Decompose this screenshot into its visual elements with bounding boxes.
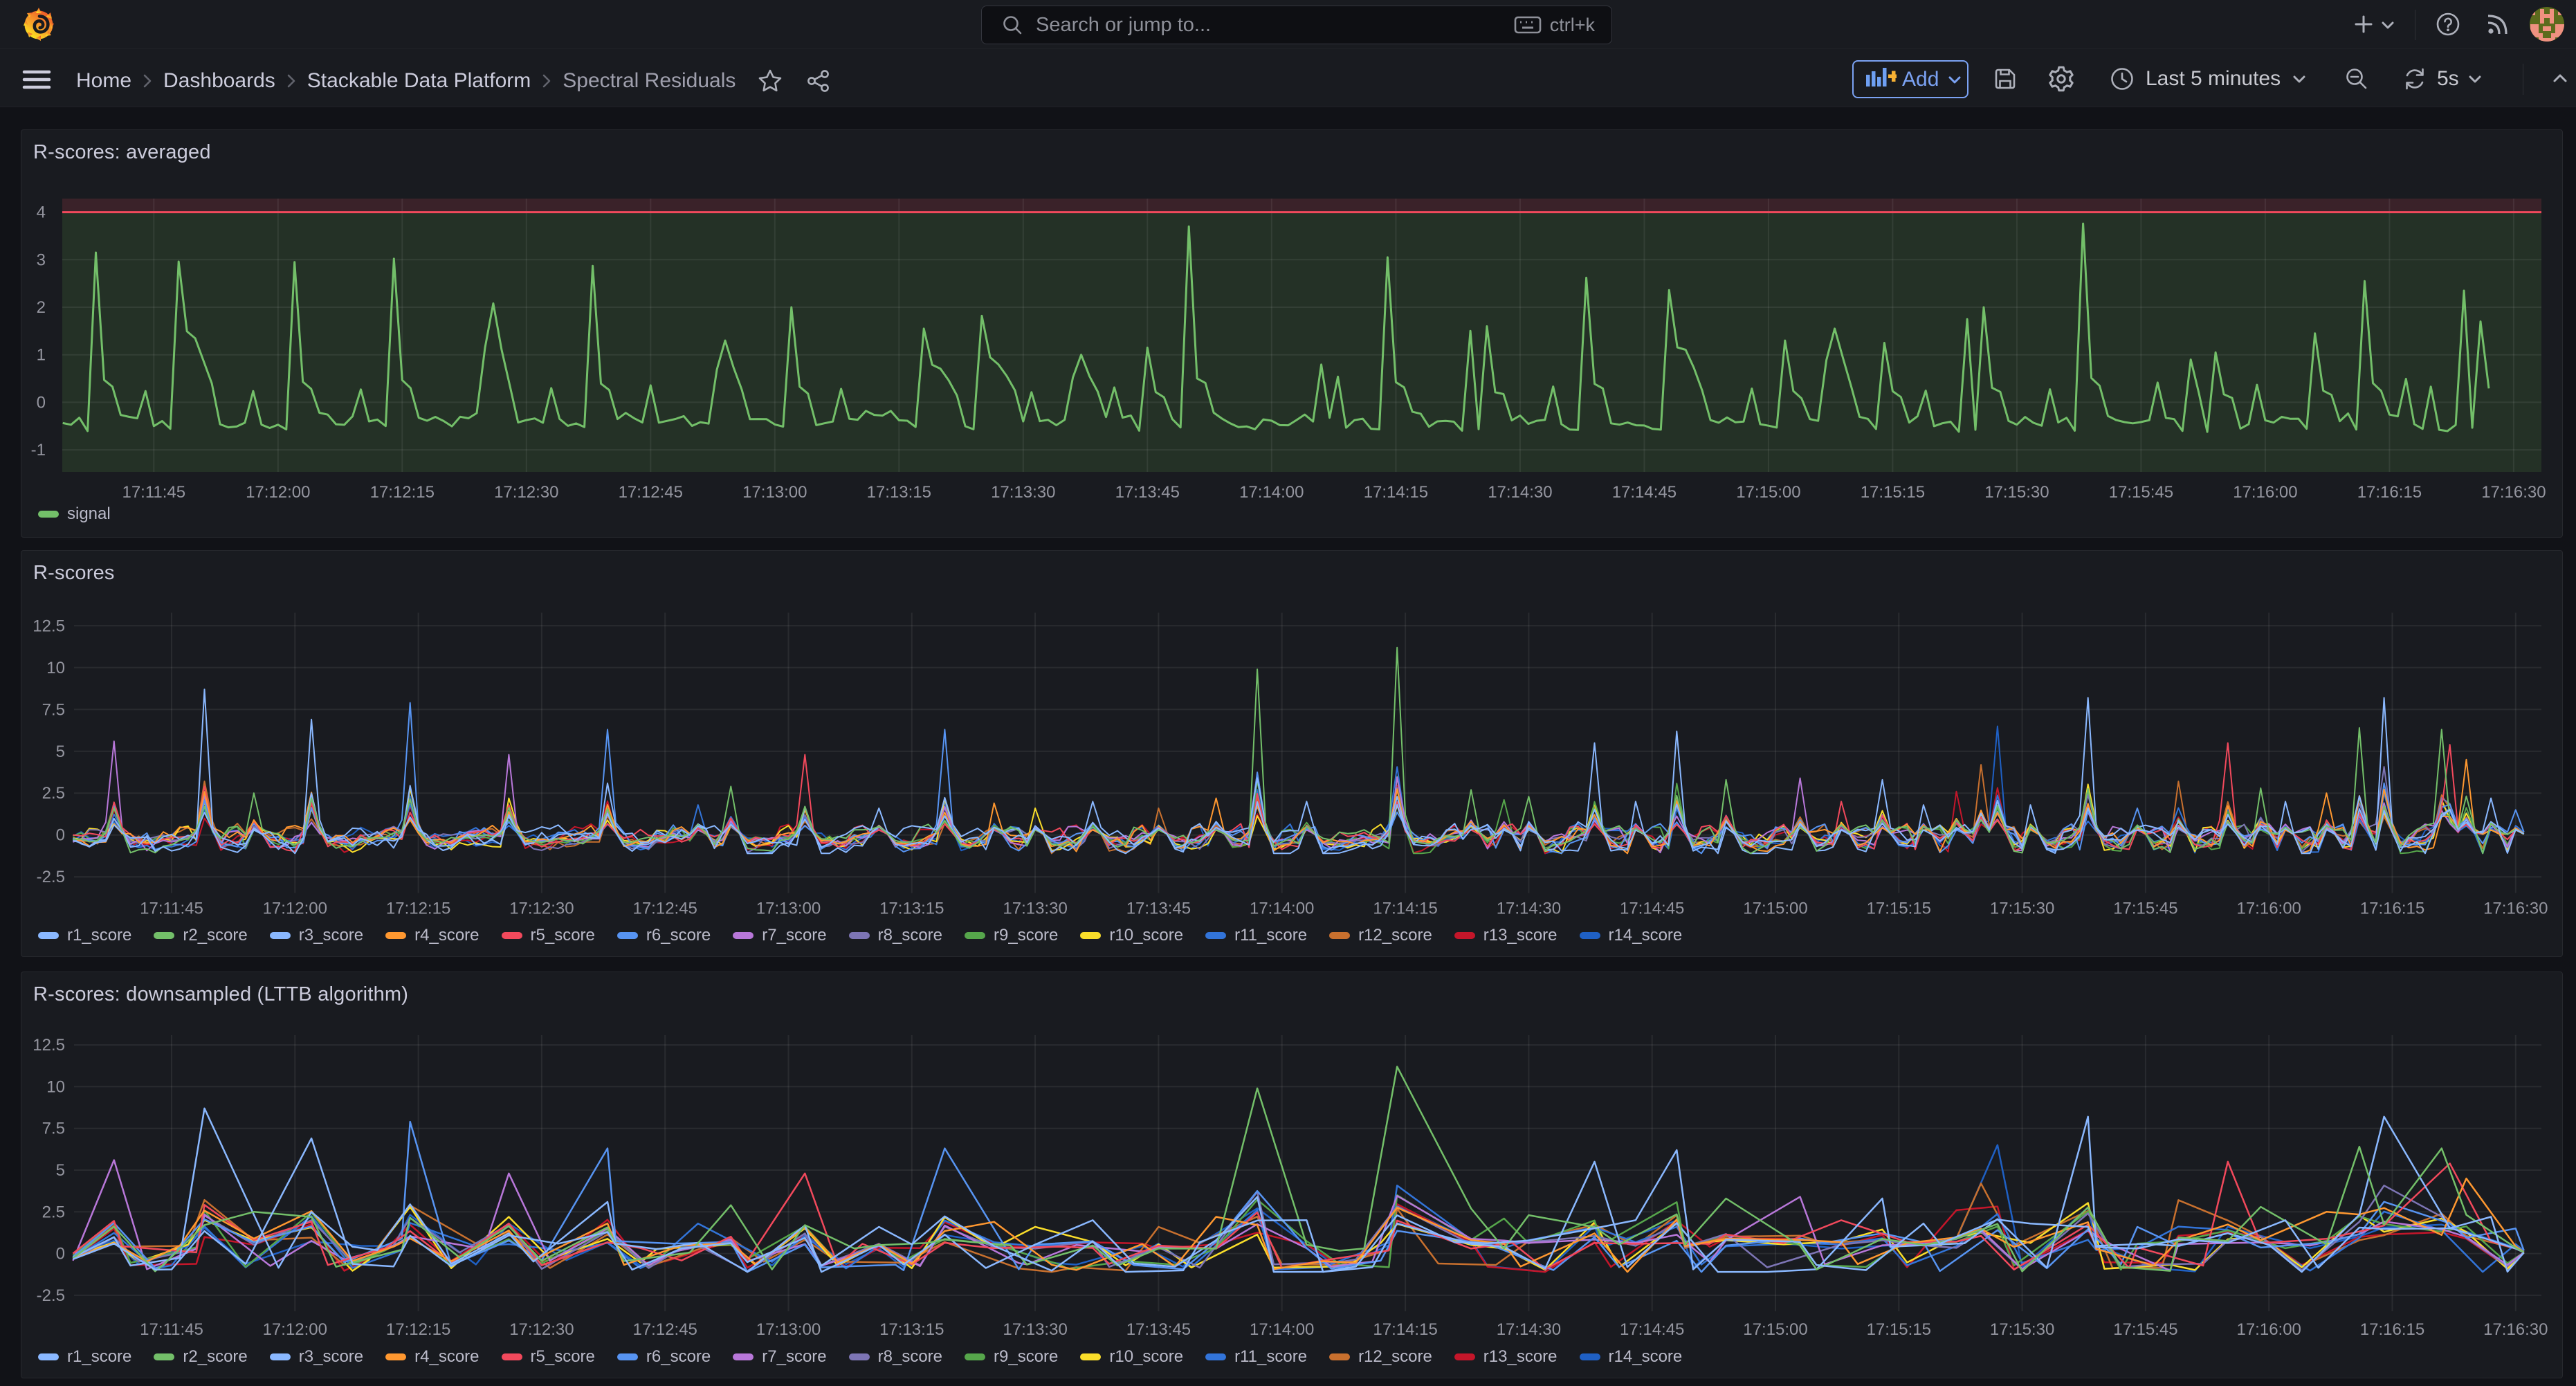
svg-text:17:15:15: 17:15:15 [1861, 483, 1925, 502]
svg-text:7.5: 7.5 [42, 1120, 65, 1138]
svg-text:17:14:00: 17:14:00 [1239, 483, 1304, 502]
svg-text:17:12:30: 17:12:30 [509, 1320, 574, 1339]
svg-text:17:12:45: 17:12:45 [632, 1320, 697, 1339]
svg-text:17:12:15: 17:12:15 [386, 1320, 450, 1339]
svg-text:-2.5: -2.5 [37, 868, 65, 886]
svg-text:17:16:15: 17:16:15 [2360, 900, 2424, 918]
svg-text:17:13:45: 17:13:45 [1126, 1320, 1191, 1339]
svg-text:0: 0 [56, 1245, 65, 1264]
svg-text:17:15:30: 17:15:30 [1984, 483, 2049, 502]
svg-text:17:14:45: 17:14:45 [1612, 483, 1677, 502]
svg-text:5: 5 [56, 742, 65, 761]
svg-text:12.5: 12.5 [33, 1036, 65, 1055]
svg-text:17:13:45: 17:13:45 [1126, 900, 1191, 918]
svg-text:17:15:45: 17:15:45 [2113, 1320, 2177, 1339]
svg-text:17:15:00: 17:15:00 [1743, 1320, 1807, 1339]
svg-text:17:12:45: 17:12:45 [619, 483, 683, 502]
svg-text:17:12:00: 17:12:00 [263, 900, 327, 918]
svg-text:17:14:00: 17:14:00 [1250, 900, 1314, 918]
svg-text:17:13:30: 17:13:30 [1003, 1320, 1067, 1339]
svg-text:17:14:30: 17:14:30 [1488, 483, 1552, 502]
svg-text:3: 3 [37, 250, 46, 269]
svg-text:17:14:15: 17:14:15 [1373, 1320, 1437, 1339]
svg-text:17:14:45: 17:14:45 [1620, 900, 1684, 918]
svg-text:17:15:15: 17:15:15 [1867, 1320, 1931, 1339]
svg-text:17:14:15: 17:14:15 [1373, 900, 1437, 918]
svg-text:17:14:45: 17:14:45 [1620, 1320, 1684, 1339]
svg-text:17:15:30: 17:15:30 [1990, 900, 2054, 918]
svg-text:17:14:00: 17:14:00 [1250, 1320, 1314, 1339]
svg-text:17:11:45: 17:11:45 [140, 1320, 203, 1339]
svg-text:2.5: 2.5 [42, 784, 65, 803]
svg-text:17:11:45: 17:11:45 [122, 483, 185, 502]
svg-text:17:14:15: 17:14:15 [1364, 483, 1428, 502]
svg-text:17:12:15: 17:12:15 [370, 483, 435, 502]
svg-text:10: 10 [46, 659, 65, 677]
svg-text:17:16:00: 17:16:00 [2236, 1320, 2301, 1339]
svg-text:17:13:00: 17:13:00 [756, 1320, 821, 1339]
svg-text:17:12:30: 17:12:30 [494, 483, 558, 502]
svg-text:17:16:00: 17:16:00 [2233, 483, 2297, 502]
svg-text:7.5: 7.5 [42, 700, 65, 719]
svg-text:17:15:00: 17:15:00 [1736, 483, 1800, 502]
svg-text:17:13:15: 17:13:15 [879, 1320, 944, 1339]
svg-text:17:13:30: 17:13:30 [1003, 900, 1067, 918]
svg-text:17:13:00: 17:13:00 [742, 483, 807, 502]
svg-text:17:14:30: 17:14:30 [1497, 900, 1561, 918]
svg-text:10: 10 [46, 1077, 65, 1096]
svg-text:17:14:30: 17:14:30 [1497, 1320, 1561, 1339]
svg-text:17:15:45: 17:15:45 [2113, 900, 2177, 918]
svg-text:17:15:30: 17:15:30 [1990, 1320, 2054, 1339]
svg-text:17:16:15: 17:16:15 [2357, 483, 2422, 502]
svg-text:17:16:00: 17:16:00 [2236, 900, 2301, 918]
svg-text:17:15:45: 17:15:45 [2109, 483, 2173, 502]
svg-text:17:13:15: 17:13:15 [867, 483, 931, 502]
svg-text:12.5: 12.5 [33, 617, 65, 635]
svg-text:17:12:30: 17:12:30 [509, 900, 574, 918]
svg-text:-2.5: -2.5 [37, 1286, 65, 1305]
svg-text:17:16:15: 17:16:15 [2360, 1320, 2424, 1339]
svg-text:0: 0 [56, 826, 65, 845]
svg-text:2.5: 2.5 [42, 1203, 65, 1221]
svg-text:17:13:00: 17:13:00 [756, 900, 821, 918]
svg-text:2: 2 [37, 298, 46, 317]
svg-text:17:12:45: 17:12:45 [632, 900, 697, 918]
svg-text:17:12:00: 17:12:00 [246, 483, 310, 502]
svg-text:17:11:45: 17:11:45 [140, 900, 203, 918]
svg-text:17:15:15: 17:15:15 [1867, 900, 1931, 918]
svg-text:17:16:30: 17:16:30 [2483, 900, 2548, 918]
svg-text:17:13:30: 17:13:30 [991, 483, 1055, 502]
svg-text:17:13:15: 17:13:15 [879, 900, 944, 918]
svg-text:17:16:30: 17:16:30 [2481, 483, 2546, 502]
svg-text:4: 4 [37, 203, 46, 222]
svg-text:-1: -1 [31, 441, 46, 459]
svg-text:0: 0 [37, 393, 46, 412]
svg-text:17:15:00: 17:15:00 [1743, 900, 1807, 918]
svg-text:1: 1 [37, 346, 46, 365]
svg-text:17:13:45: 17:13:45 [1115, 483, 1180, 502]
svg-text:17:16:30: 17:16:30 [2483, 1320, 2548, 1339]
svg-text:17:12:00: 17:12:00 [263, 1320, 327, 1339]
svg-text:17:12:15: 17:12:15 [386, 900, 450, 918]
svg-text:5: 5 [56, 1161, 65, 1180]
